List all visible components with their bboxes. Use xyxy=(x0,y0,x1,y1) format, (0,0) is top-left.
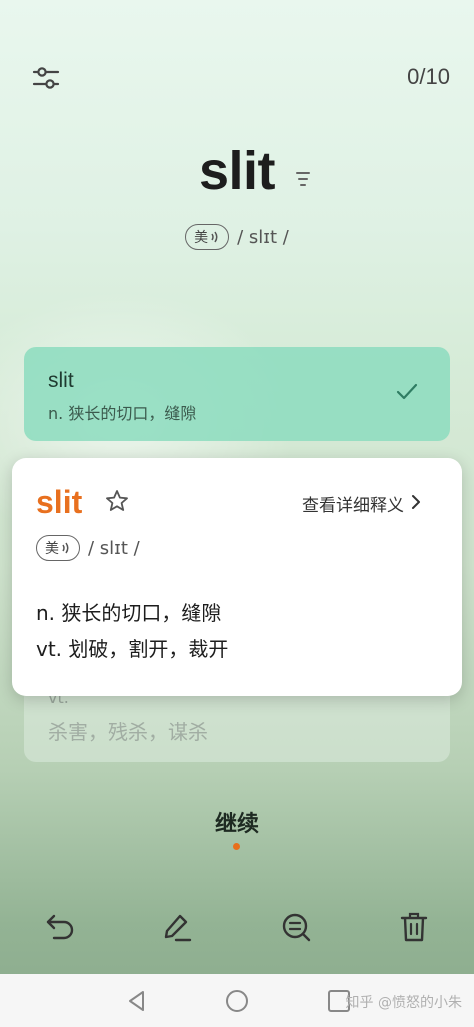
delete-icon[interactable] xyxy=(398,910,430,944)
speaker-wave-icon xyxy=(210,230,220,244)
main-phonetic: 美 / slɪt / xyxy=(0,224,474,250)
star-icon[interactable] xyxy=(104,488,130,514)
word-header: slit xyxy=(0,140,474,202)
detail-link[interactable]: 查看详细释义 xyxy=(302,491,404,516)
option-definition: 杀害，残杀，谋杀 xyxy=(48,720,208,744)
progress-dot xyxy=(233,843,240,850)
option-word: slit xyxy=(48,369,74,392)
main-word: slit xyxy=(198,141,276,201)
card-word: slit xyxy=(36,484,83,520)
word-detail-card: slit 查看详细释义 美 / slɪt / n. 狭长的切口，缝隙 vt. 划… xyxy=(12,458,462,696)
definition-line: n. 狭长的切口，缝隙 xyxy=(36,601,222,625)
card-pronounce-button[interactable]: 美 xyxy=(36,535,80,561)
pronounce-button[interactable]: 美 xyxy=(185,224,230,250)
search-note-icon[interactable] xyxy=(280,910,312,944)
option-correct[interactable]: slit n. 狭长的切口，缝隙 xyxy=(24,347,450,441)
progress-counter: 0/10 xyxy=(407,64,450,89)
top-bar: 0/10 xyxy=(0,55,474,101)
continue-button[interactable]: 继续 xyxy=(0,806,474,838)
sliders-icon[interactable] xyxy=(30,63,62,93)
level-bars-icon xyxy=(296,170,310,190)
undo-icon[interactable] xyxy=(44,910,76,944)
speaker-wave-icon xyxy=(61,541,71,555)
accent-label: 美 xyxy=(45,541,59,557)
check-icon xyxy=(396,383,418,401)
chevron-right-icon[interactable] xyxy=(410,494,422,510)
detail-link-label: 查看详细释义 xyxy=(302,496,404,516)
accent-label: 美 xyxy=(194,230,209,246)
edit-icon[interactable] xyxy=(161,910,193,944)
home-icon[interactable] xyxy=(224,988,250,1014)
bottom-toolbar xyxy=(0,910,474,948)
card-phonetic-text: / slɪt / xyxy=(88,537,140,559)
option-definition: n. 狭长的切口，缝隙 xyxy=(48,404,197,423)
back-icon[interactable] xyxy=(124,988,150,1014)
phonetic-text: / slɪt / xyxy=(237,226,289,248)
card-phonetic: 美 / slɪt / xyxy=(36,535,140,561)
watermark: 知乎 @愤怒的小朱 xyxy=(345,995,462,1011)
system-nav-bar: 知乎 @愤怒的小朱 xyxy=(0,974,474,1027)
definition-line: vt. 划破，割开，裁开 xyxy=(36,637,229,661)
